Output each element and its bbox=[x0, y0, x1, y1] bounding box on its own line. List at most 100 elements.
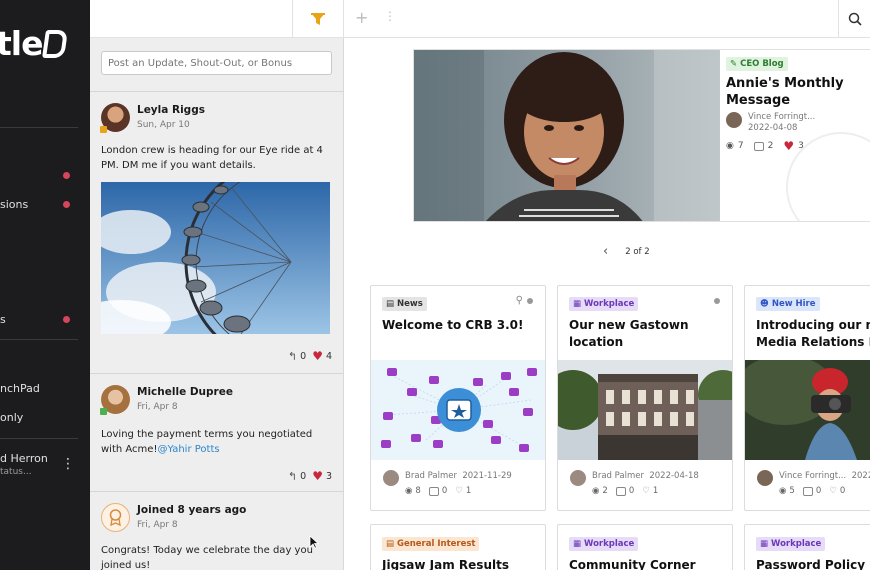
publish-date: 2022 bbox=[851, 471, 870, 481]
category-tag[interactable]: ▦ Workplace bbox=[756, 537, 826, 551]
notification-dot bbox=[63, 172, 70, 179]
featured-carousel[interactable]: ✎ CEO Blog Annie's Monthly Message Vince… bbox=[413, 49, 870, 222]
card-image[interactable] bbox=[558, 360, 732, 460]
comment-icon[interactable] bbox=[428, 486, 439, 496]
news-card[interactable]: ▤ News ⚲ Welcome to CRB 3.0! Brad Palmer… bbox=[370, 285, 546, 511]
post-author[interactable]: Michelle Dupree bbox=[137, 386, 233, 398]
heart-outline-icon[interactable]: ♡ bbox=[642, 486, 650, 496]
heart-icon[interactable]: ♥ bbox=[783, 139, 794, 153]
comment-icon[interactable] bbox=[615, 486, 626, 496]
search-button[interactable] bbox=[838, 0, 870, 38]
card-title[interactable]: Our new Gastown location bbox=[569, 317, 732, 351]
sidebar-item-only[interactable]: only bbox=[0, 411, 23, 424]
card-title[interactable]: Welcome to CRB 3.0! bbox=[382, 317, 545, 334]
user-status[interactable]: tatus... bbox=[0, 467, 32, 477]
category-tag[interactable]: ▤ General Interest bbox=[382, 537, 480, 551]
user-menu-icon[interactable]: ⋮ bbox=[61, 456, 75, 472]
like-count: 1 bbox=[465, 486, 472, 496]
featured-image[interactable] bbox=[414, 50, 720, 221]
status-dot bbox=[714, 298, 720, 304]
publish-date: 2022-04-18 bbox=[649, 471, 699, 481]
feed-post: Joined 8 years ago Fri, Apr 8 Congrats! … bbox=[90, 492, 343, 570]
reply-count: 0 bbox=[300, 470, 307, 482]
sidebar-item-launchpad[interactable]: nchPad bbox=[0, 382, 40, 395]
chevron-left-icon[interactable]: ‹ bbox=[603, 244, 608, 259]
status-badge bbox=[100, 408, 107, 415]
user-name[interactable]: d Herron bbox=[0, 452, 48, 465]
category-tag[interactable]: ▦ Workplace bbox=[569, 537, 639, 551]
post-body: London crew is heading for our Eye ride … bbox=[101, 145, 323, 171]
filter-button[interactable] bbox=[292, 0, 344, 38]
reply-count: 0 bbox=[300, 350, 307, 362]
eye-icon: ◉ bbox=[592, 486, 600, 496]
author-name[interactable]: Vince Forringt... bbox=[779, 471, 846, 481]
category-tag[interactable]: ☻ New Hire bbox=[756, 297, 820, 311]
feed-post: Michelle Dupree Fri, Apr 8 Loving the pa… bbox=[90, 374, 343, 491]
filter-icon bbox=[311, 13, 325, 25]
category-tag[interactable]: ▤ News bbox=[382, 297, 427, 311]
post-image[interactable] bbox=[101, 182, 330, 334]
card-title[interactable]: Introducing our ne Media Relations R bbox=[756, 317, 870, 351]
mention-link[interactable]: @Yahir Potts bbox=[157, 444, 219, 455]
post-update-input[interactable] bbox=[101, 51, 332, 75]
pin-icon[interactable]: ⚲ bbox=[516, 295, 523, 306]
comment-count: 0 bbox=[628, 486, 635, 496]
card-image[interactable] bbox=[371, 360, 545, 460]
post-stats: ◉ 7 2 ♥ 3 bbox=[726, 139, 804, 153]
app-logo[interactable]: tle bbox=[0, 24, 69, 63]
author-name[interactable]: Brad Palmer bbox=[592, 471, 644, 481]
avatar[interactable] bbox=[726, 112, 742, 128]
card-byline: Brad Palmer 2021-11-29 bbox=[405, 471, 512, 481]
card-title[interactable]: Jigsaw Jam Results bbox=[382, 557, 545, 570]
category-tag[interactable]: ▦ Workplace bbox=[569, 297, 639, 311]
publish-date: 2022-04-08 bbox=[748, 123, 798, 133]
view-count: 7 bbox=[737, 141, 744, 151]
sidebar-item-discussions[interactable]: sions bbox=[0, 198, 28, 211]
post-reactions: ↰ 0 ♥ 3 bbox=[288, 469, 332, 483]
add-icon[interactable]: + bbox=[355, 8, 368, 27]
view-count: 5 bbox=[789, 486, 795, 496]
card-byline: Brad Palmer 2022-04-18 bbox=[592, 471, 699, 481]
avatar[interactable] bbox=[383, 470, 399, 486]
comment-icon[interactable] bbox=[753, 141, 764, 151]
news-card[interactable]: ☻ New Hire Introducing our ne Media Relat… bbox=[744, 285, 870, 511]
mouse-cursor-icon bbox=[309, 535, 319, 549]
more-options-icon[interactable]: ⋮ bbox=[384, 9, 396, 23]
heart-icon[interactable]: ♥ bbox=[312, 469, 323, 483]
card-title[interactable]: Community Corner bbox=[569, 557, 732, 570]
sidebar: tle sions s nchPad only d Herron tatus..… bbox=[0, 0, 90, 570]
category-tag[interactable]: ✎ CEO Blog bbox=[726, 57, 788, 71]
comment-icon[interactable] bbox=[802, 486, 813, 496]
news-card[interactable]: ▦ Workplace Password Policy U bbox=[744, 524, 870, 570]
avatar[interactable] bbox=[757, 470, 773, 486]
author-name[interactable]: Vince Forringt... bbox=[748, 112, 815, 122]
author-name[interactable]: Brad Palmer bbox=[405, 471, 457, 481]
card-image[interactable] bbox=[745, 360, 870, 460]
featured-title[interactable]: Annie's Monthly Message bbox=[726, 75, 870, 109]
card-title[interactable]: Password Policy U bbox=[756, 557, 870, 570]
comment-count: 0 bbox=[815, 486, 822, 496]
heart-outline-icon[interactable]: ♡ bbox=[455, 486, 463, 496]
reply-icon[interactable]: ↰ bbox=[288, 350, 297, 363]
carousel-pager: ‹ 2 of 2 bbox=[603, 244, 650, 259]
view-count: 8 bbox=[415, 486, 421, 496]
reply-icon[interactable]: ↰ bbox=[288, 470, 297, 483]
news-card[interactable]: ▦ Workplace Community Corner bbox=[557, 524, 733, 570]
status-dot bbox=[527, 298, 533, 304]
news-card[interactable]: ▤ General Interest Jigsaw Jam Results bbox=[370, 524, 546, 570]
post-reactions: ↰ 0 ♥ 4 bbox=[288, 349, 332, 363]
activity-feed: Leyla Riggs Sun, Apr 10 London crew is h… bbox=[90, 38, 344, 570]
sidebar-item-s[interactable]: s bbox=[0, 313, 6, 326]
heart-icon[interactable]: ♥ bbox=[312, 349, 323, 363]
avatar[interactable] bbox=[570, 470, 586, 486]
post-author[interactable]: Leyla Riggs bbox=[137, 104, 205, 116]
heart-outline-icon[interactable]: ♡ bbox=[829, 486, 837, 496]
page-indicator: 2 of 2 bbox=[625, 246, 650, 257]
post-author: Joined 8 years ago bbox=[137, 504, 247, 516]
like-count: 0 bbox=[839, 486, 846, 496]
sidebar-divider bbox=[0, 339, 78, 340]
sidebar-divider bbox=[0, 127, 78, 128]
like-count: 3 bbox=[325, 470, 332, 482]
news-card[interactable]: ▦ Workplace Our new Gastown location Bra… bbox=[557, 285, 733, 511]
status-badge bbox=[100, 126, 107, 133]
